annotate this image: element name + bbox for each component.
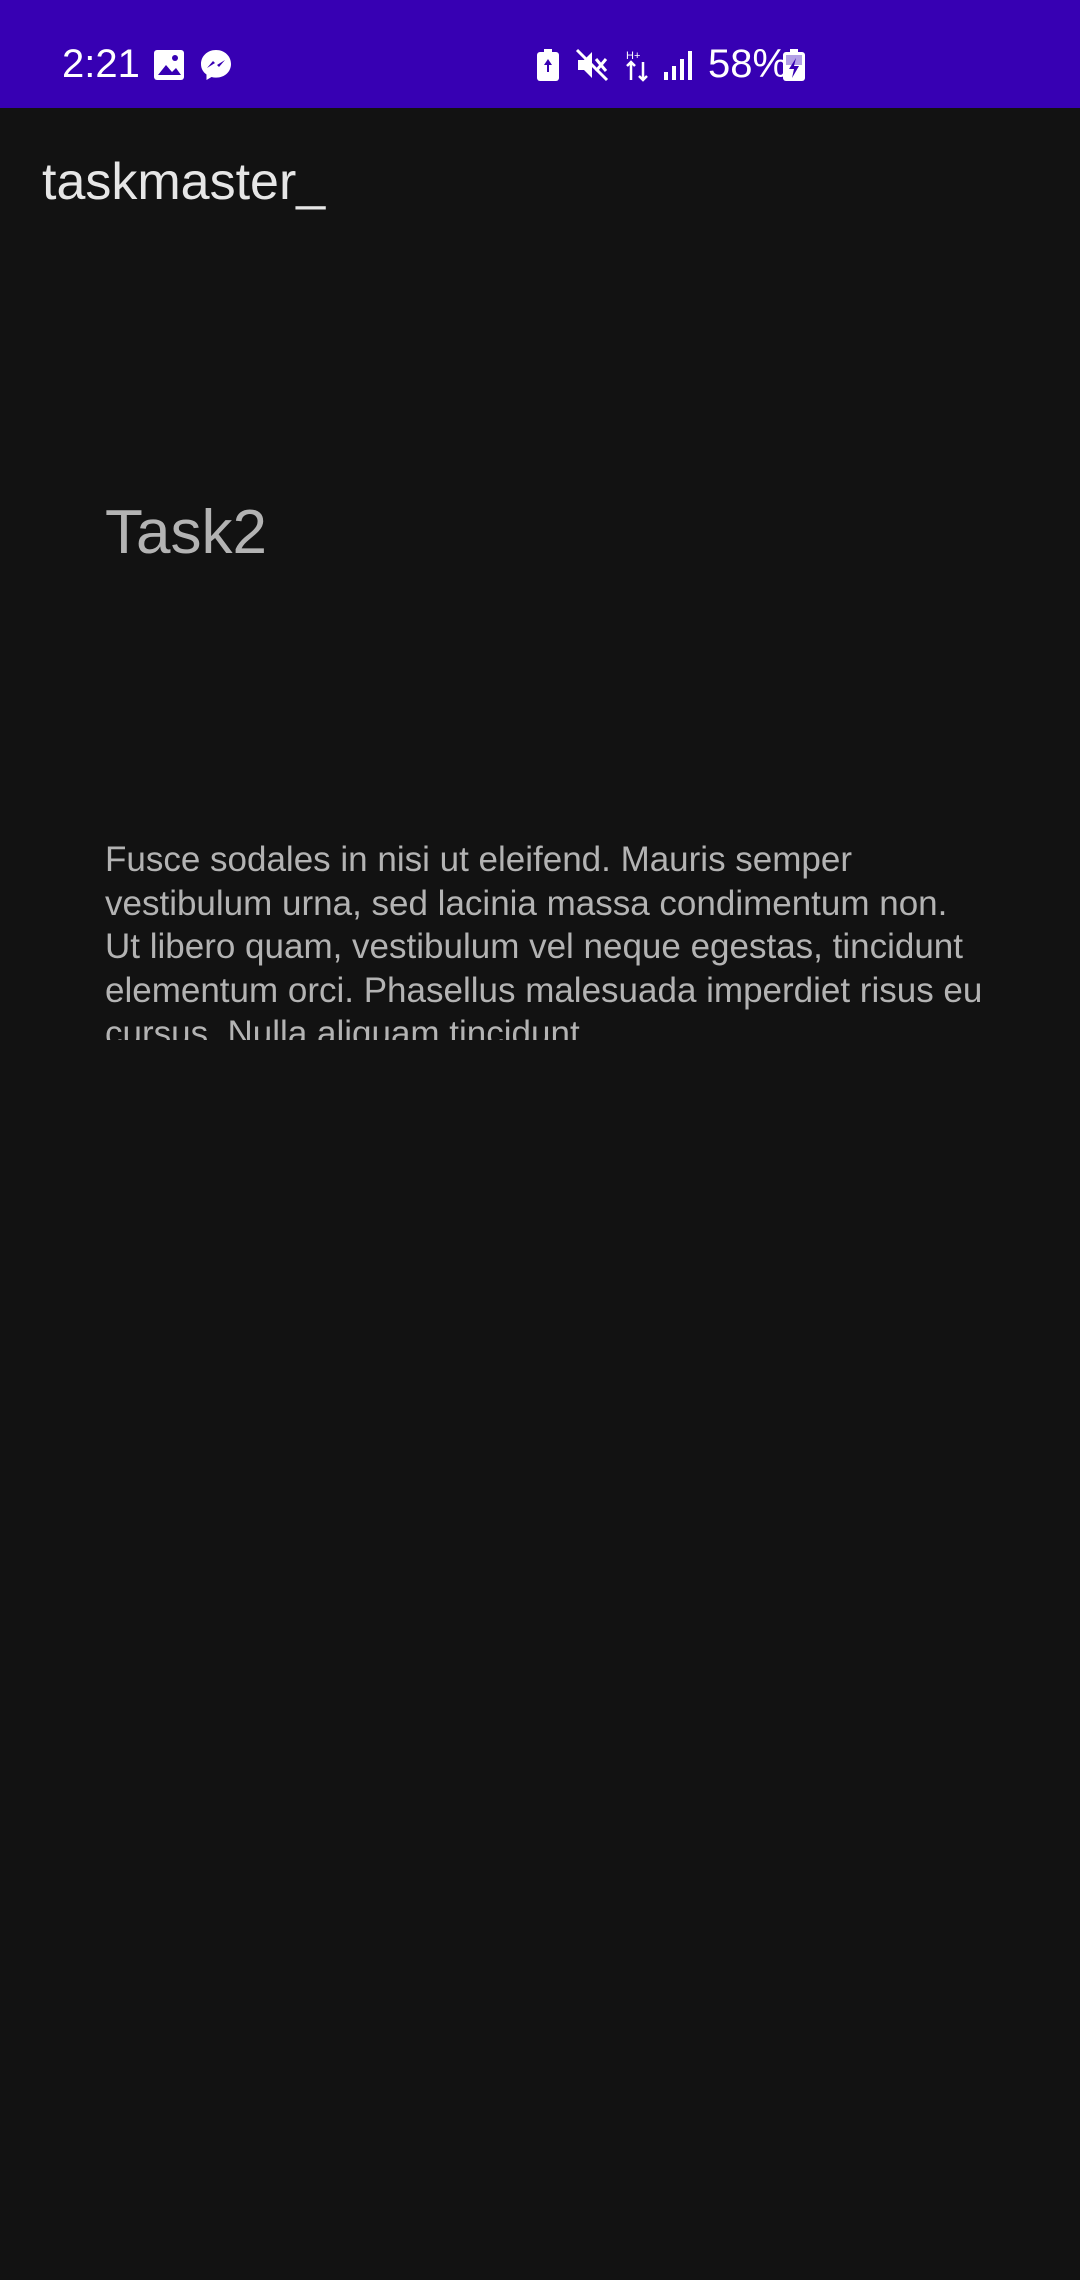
app-title: taskmaster_	[42, 153, 326, 211]
signal-icon	[662, 48, 694, 82]
status-bar: 2:21 H+ 58%	[0, 0, 1080, 108]
svg-text:H+: H+	[626, 50, 640, 62]
data-transfer-icon: H+	[624, 48, 652, 82]
battery-charging-icon	[782, 48, 806, 82]
messenger-icon	[199, 48, 233, 82]
battery-percentage: 58%	[708, 42, 789, 86]
task-body: Fusce sodales in nisi ut eleifend. Mauri…	[105, 840, 983, 1040]
status-time: 2:21	[62, 42, 140, 86]
battery-saver-icon	[536, 48, 560, 82]
screen: 2:21 H+ 58% taskmaster_ Task2 Fusce soda…	[0, 0, 1080, 2280]
mute-icon	[575, 48, 609, 82]
task-body-container: Fusce sodales in nisi ut eleifend. Mauri…	[105, 838, 985, 1040]
gallery-icon	[152, 48, 186, 82]
task-title: Task2	[105, 498, 267, 567]
